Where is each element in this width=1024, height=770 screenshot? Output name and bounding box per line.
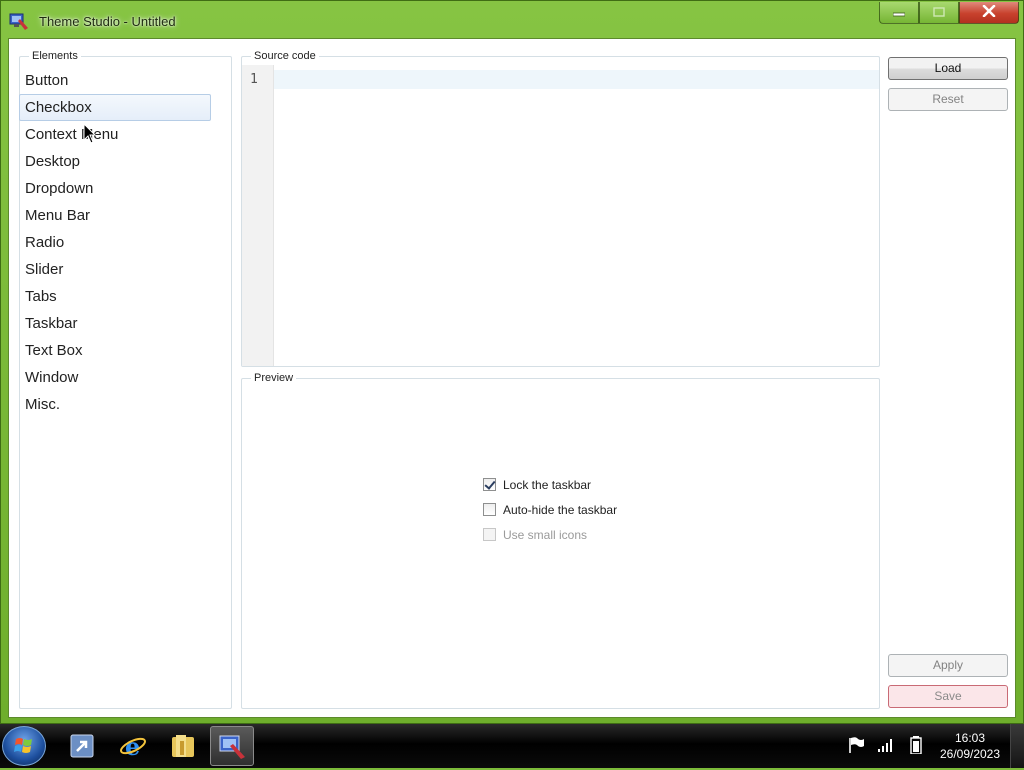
list-item-checkbox[interactable]: Checkbox: [19, 94, 211, 121]
show-desktop-button[interactable]: [1010, 724, 1024, 768]
source-code-legend: Source code: [254, 50, 316, 62]
lock-taskbar-checkbox[interactable]: Lock the taskbar: [483, 472, 617, 497]
window-title: Theme Studio - Untitled: [39, 14, 176, 29]
elements-list[interactable]: Button Checkbox Context Menu Desktop Dro…: [19, 67, 211, 418]
taskbar-internet-explorer[interactable]: e: [111, 726, 155, 766]
battery-icon[interactable]: [907, 736, 925, 754]
list-item-radio[interactable]: Radio: [19, 229, 211, 256]
use-small-icons-checkbox[interactable]: Use small icons: [483, 522, 617, 547]
apply-button[interactable]: Apply: [888, 654, 1008, 677]
list-item-tabs[interactable]: Tabs: [19, 283, 211, 310]
preview-legend: Preview: [254, 372, 294, 384]
clock-time: 16:03: [954, 731, 986, 745]
list-item-dropdown[interactable]: Dropdown: [19, 175, 211, 202]
checkbox-checked-icon[interactable]: [483, 478, 496, 491]
maximize-icon: [933, 4, 945, 22]
checkbox-label: Lock the taskbar: [503, 477, 592, 492]
checkbox-unchecked-icon[interactable]: [483, 503, 496, 516]
list-item-misc[interactable]: Misc.: [19, 391, 211, 418]
minimize-icon: [892, 4, 906, 22]
load-button[interactable]: Load: [888, 57, 1008, 80]
folder-icon: [172, 735, 194, 757]
main-window: Theme Studio - Untitled Elements Button …: [0, 0, 1024, 724]
close-button[interactable]: [959, 2, 1019, 24]
list-item-desktop[interactable]: Desktop: [19, 148, 211, 175]
elements-legend: Elements: [32, 50, 78, 62]
taskbar: e 16:03 26/09/2023: [0, 724, 1024, 768]
minimize-button[interactable]: [879, 2, 919, 24]
windows-logo-icon: [14, 738, 32, 753]
list-item-slider[interactable]: Slider: [19, 256, 211, 283]
line-number-gutter: 1: [242, 65, 274, 366]
list-item-button[interactable]: Button: [19, 67, 211, 94]
shortcut-icon: [70, 734, 94, 758]
theme-studio-icon: [9, 11, 29, 31]
mouse-cursor-icon: [83, 123, 97, 144]
checkbox-label: Use small icons: [503, 527, 588, 542]
clock-date: 26/09/2023: [939, 747, 1001, 761]
signal-strength-icon[interactable]: [877, 736, 895, 754]
maximize-button[interactable]: [919, 2, 959, 24]
line-number: 1: [250, 72, 258, 87]
list-item-taskbar[interactable]: Taskbar: [19, 310, 211, 337]
save-button[interactable]: Save: [888, 685, 1008, 708]
reset-button[interactable]: Reset: [888, 88, 1008, 111]
source-code-editor[interactable]: 1: [242, 65, 879, 366]
list-item-menu-bar[interactable]: Menu Bar: [19, 202, 211, 229]
current-line-highlight[interactable]: [274, 70, 879, 89]
taskbar-app-1[interactable]: [60, 726, 104, 766]
theme-studio-taskbar-icon: [219, 735, 245, 759]
checkbox-disabled-icon: [483, 528, 496, 541]
internet-explorer-icon: e: [120, 732, 146, 761]
taskbar-theme-studio[interactable]: [210, 726, 254, 766]
auto-hide-taskbar-checkbox[interactable]: Auto-hide the taskbar: [483, 497, 617, 522]
taskbar-file-explorer[interactable]: [161, 726, 205, 766]
svg-text:e: e: [125, 732, 140, 761]
list-item-window[interactable]: Window: [19, 364, 211, 391]
system-clock[interactable]: 16:03 26/09/2023: [930, 730, 1010, 762]
title-bar[interactable]: Theme Studio - Untitled: [1, 1, 1023, 37]
list-item-text-box[interactable]: Text Box: [19, 337, 211, 364]
start-button[interactable]: [2, 726, 46, 766]
list-item-context-menu[interactable]: Context Menu: [19, 121, 211, 148]
checkbox-label: Auto-hide the taskbar: [503, 502, 618, 517]
close-icon: [982, 4, 996, 22]
client-area: Elements Button Checkbox Context Menu De…: [8, 38, 1016, 718]
action-center-flag-icon[interactable]: [847, 736, 865, 754]
preview-checkboxes: Lock the taskbar Auto-hide the taskbar U…: [483, 472, 617, 547]
